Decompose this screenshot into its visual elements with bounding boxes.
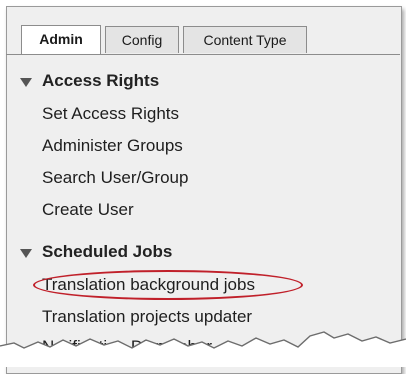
highlight-ellipse: [33, 270, 303, 300]
collapse-triangle-icon[interactable]: [20, 78, 32, 87]
section-scheduled-jobs[interactable]: Scheduled Jobs: [20, 242, 172, 262]
tab-admin[interactable]: Admin: [21, 25, 101, 54]
collapse-triangle-icon[interactable]: [20, 249, 32, 258]
menu-item-create-user[interactable]: Create User: [42, 200, 134, 220]
menu-item-administer-groups[interactable]: Administer Groups: [42, 136, 183, 156]
tab-content-type[interactable]: Content Type: [183, 26, 307, 53]
torn-edge-decoration: [0, 331, 406, 367]
menu-item-set-access-rights[interactable]: Set Access Rights: [42, 104, 179, 124]
menu-item-search-user-group[interactable]: Search User/Group: [42, 168, 188, 188]
tab-config[interactable]: Config: [105, 26, 179, 53]
tab-bar: Admin Config Content Type: [6, 6, 400, 55]
section-access-rights[interactable]: Access Rights: [20, 71, 159, 91]
section-heading: Scheduled Jobs: [42, 242, 173, 261]
section-heading: Access Rights: [42, 71, 160, 90]
menu-item-translation-projects-updater[interactable]: Translation projects updater: [42, 307, 252, 327]
